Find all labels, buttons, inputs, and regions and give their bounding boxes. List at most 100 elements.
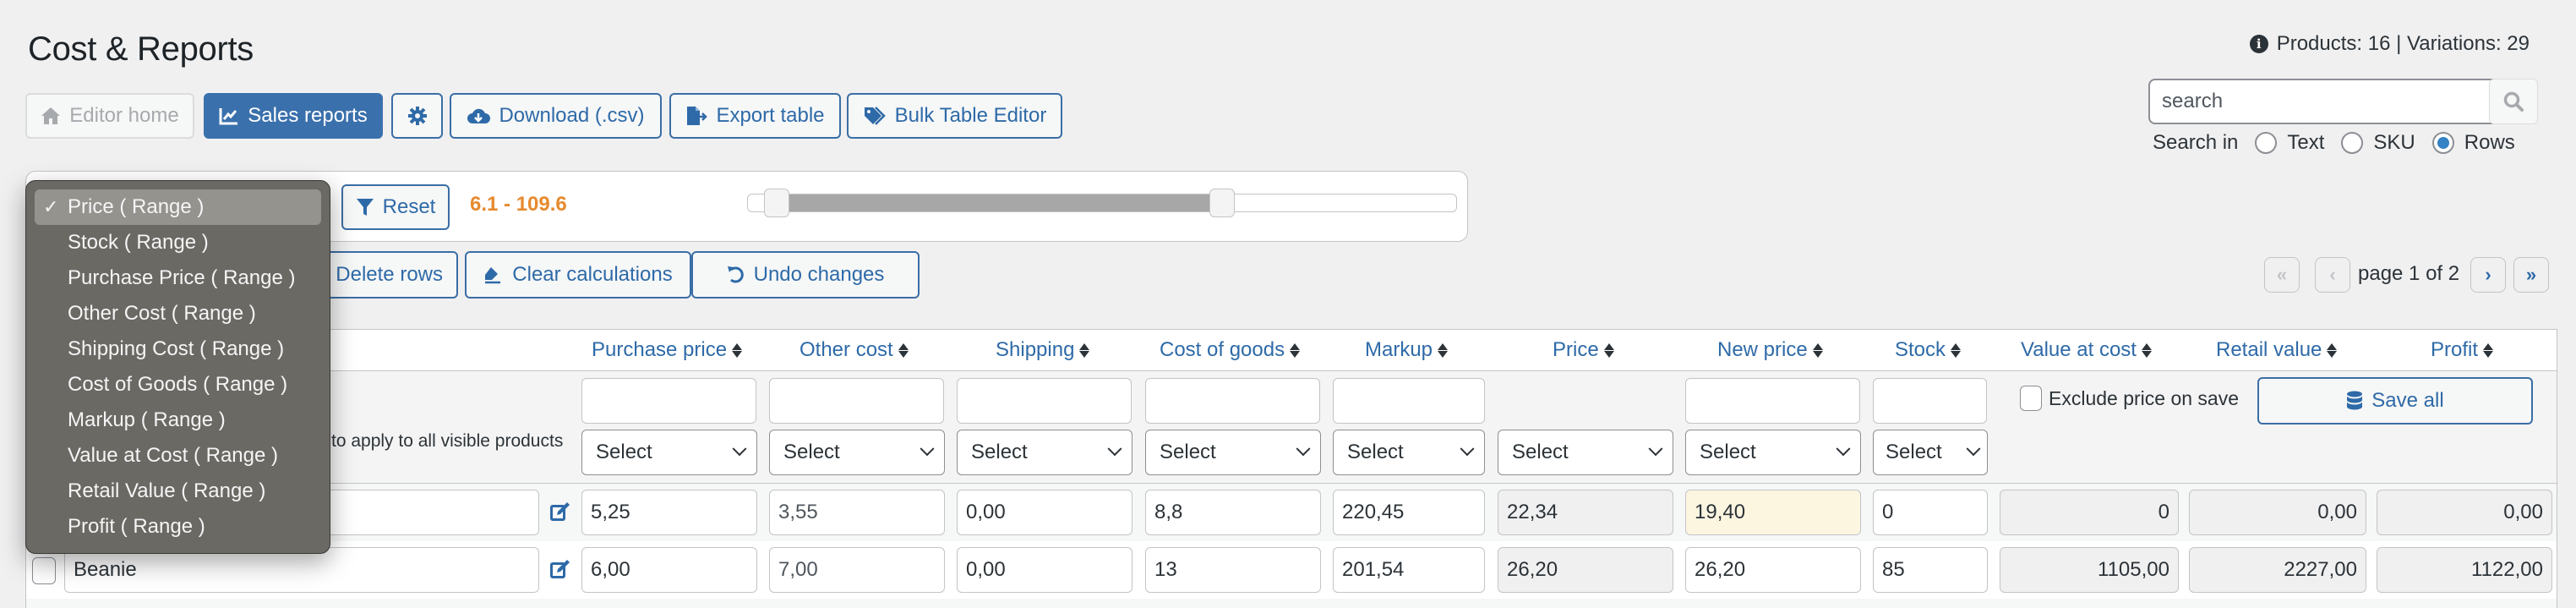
exclude-price-label: Exclude price on save [2049,386,2240,409]
edit-icon[interactable] [549,501,571,523]
clear-calculations-button[interactable]: Clear calculations [465,251,691,299]
sort-icon [1604,343,1614,358]
download-csv-button[interactable]: Download (.csv) [450,93,662,139]
bulk-shipping-select[interactable]: Select [957,430,1132,475]
cloud-download-icon [467,108,491,123]
product-name-input[interactable]: Beanie [64,547,539,593]
editor-home-button[interactable]: Editor home [25,93,194,139]
profit-cell: 1122,00 [2377,547,2552,593]
price-cell: 26,20 [1498,547,1673,593]
value-at-cost-cell: 1105,00 [2000,547,2179,593]
purchase-price-cell[interactable]: 5,25 [581,490,757,535]
settings-button[interactable] [391,93,443,139]
cost-of-goods-cell[interactable]: 13 [1145,547,1321,593]
dropdown-option[interactable]: Shipping Cost ( Range ) [35,331,321,367]
dropdown-option[interactable]: Markup ( Range ) [35,403,321,438]
dropdown-option[interactable]: Stock ( Range ) [35,225,321,260]
retail-value-cell: 0,00 [2189,490,2366,535]
bulk-purchase-price-select[interactable]: Select [581,430,757,475]
bulk-other-cost-input[interactable] [769,378,944,424]
exclude-price-checkbox[interactable] [2020,386,2042,411]
sales-reports-button[interactable]: Sales reports [204,93,383,139]
checkmark-icon: ✓ [43,196,59,217]
filter-icon [356,199,374,216]
dropdown-option[interactable]: Retail Value ( Range ) [35,474,321,509]
bulk-price-select[interactable]: Select [1498,430,1673,475]
bulk-markup-select[interactable]: Select [1333,430,1485,475]
col-header-markup[interactable]: Markup [1365,338,1448,362]
col-header-new-price[interactable]: New price [1717,338,1823,362]
bulk-stock-select[interactable]: Select [1873,430,1988,475]
dropdown-option[interactable]: Profit ( Range ) [35,509,321,545]
purchase-price-cell[interactable]: 6,00 [581,547,757,593]
delete-rows-button[interactable]: Delete rows [313,251,458,299]
dropdown-option[interactable]: Cost of Goods ( Range ) [35,367,321,403]
dropdown-option[interactable]: Other Cost ( Range ) [35,296,321,331]
sort-icon [2483,343,2493,358]
exclude-price-on-save[interactable]: Exclude price on save [2020,386,2239,411]
col-header-profit[interactable]: Profit [2431,338,2493,362]
home-icon [41,107,61,124]
col-header-cost-of-goods[interactable]: Cost of goods [1160,338,1300,362]
bulk-table-editor-button[interactable]: Bulk Table Editor [847,93,1062,139]
bulk-stock-input[interactable] [1873,378,1987,424]
search-in-sku-radio[interactable] [2341,132,2364,154]
search-input[interactable]: search [2148,79,2500,124]
bulk-new-price-input[interactable] [1685,378,1860,424]
dropdown-option[interactable]: ✓ Price ( Range ) [35,189,321,225]
shipping-cell[interactable]: 0,00 [957,547,1132,593]
bulk-shipping-input[interactable] [957,378,1132,424]
reset-filter-button[interactable]: Reset [341,184,450,230]
undo-changes-button[interactable]: Undo changes [691,251,920,299]
bulk-purchase-price-input[interactable] [581,378,756,424]
sort-icon [1813,343,1823,358]
dropdown-option-label: Markup ( Range ) [68,408,226,431]
chevron-down-icon [1107,441,1122,457]
stock-cell[interactable]: 85 [1873,547,1988,593]
slider-handle-min[interactable] [763,189,789,217]
retail-value-cell: 2227,00 [2189,547,2366,593]
chevron-down-icon [1648,441,1663,457]
other-cost-cell[interactable]: 7,00 [769,547,945,593]
col-header-stock[interactable]: Stock [1895,338,1961,362]
save-all-button[interactable]: Save all [2257,377,2533,425]
sort-icon [1438,343,1448,358]
bulk-cost-of-goods-input[interactable] [1145,378,1320,424]
edit-icon[interactable] [549,558,571,580]
new-price-cell[interactable]: 19,40 [1685,490,1861,535]
new-price-cell[interactable]: 26,20 [1685,547,1861,593]
other-cost-cell[interactable]: 3,55 [769,490,945,535]
slider-handle-max[interactable] [1209,189,1236,217]
shipping-cell[interactable]: 0,00 [957,490,1132,535]
col-header-other-cost[interactable]: Other cost [800,338,909,362]
bulk-new-price-select[interactable]: Select [1685,430,1861,475]
stock-cell[interactable]: 0 [1873,490,1988,535]
search-button[interactable] [2489,79,2538,124]
price-cell: 22,34 [1498,490,1673,535]
search-in-rows-radio[interactable] [2431,132,2454,154]
export-table-button[interactable]: Export table [669,93,841,139]
last-page-button[interactable]: » [2513,257,2549,293]
markup-cell[interactable]: 201,54 [1333,547,1485,593]
row-select-checkbox[interactable] [32,557,56,584]
bulk-other-cost-select[interactable]: Select [769,430,945,475]
col-header-retail-value[interactable]: Retail value [2216,338,2337,362]
sort-icon [1079,343,1089,358]
tags-icon [864,107,886,125]
bulk-markup-input[interactable] [1333,378,1485,424]
dropdown-option[interactable]: Value at Cost ( Range ) [35,438,321,474]
dropdown-option[interactable]: Purchase Price ( Range ) [35,260,321,296]
cost-of-goods-cell[interactable]: 8,8 [1145,490,1321,535]
next-page-button[interactable]: › [2470,257,2506,293]
range-slider[interactable] [747,189,1457,217]
col-header-value-at-cost[interactable]: Value at cost [2021,338,2152,362]
first-page-button[interactable]: « [2264,257,2300,293]
chart-line-icon [219,108,238,125]
bulk-cost-of-goods-select[interactable]: Select [1145,430,1321,475]
prev-page-button[interactable]: ‹ [2315,257,2350,293]
markup-cell[interactable]: 220,45 [1333,490,1485,535]
col-header-shipping[interactable]: Shipping [996,338,1089,362]
col-header-purchase-price[interactable]: Purchase price [592,338,742,362]
search-in-text-radio[interactable] [2255,132,2278,154]
col-header-price[interactable]: Price [1553,338,1614,362]
